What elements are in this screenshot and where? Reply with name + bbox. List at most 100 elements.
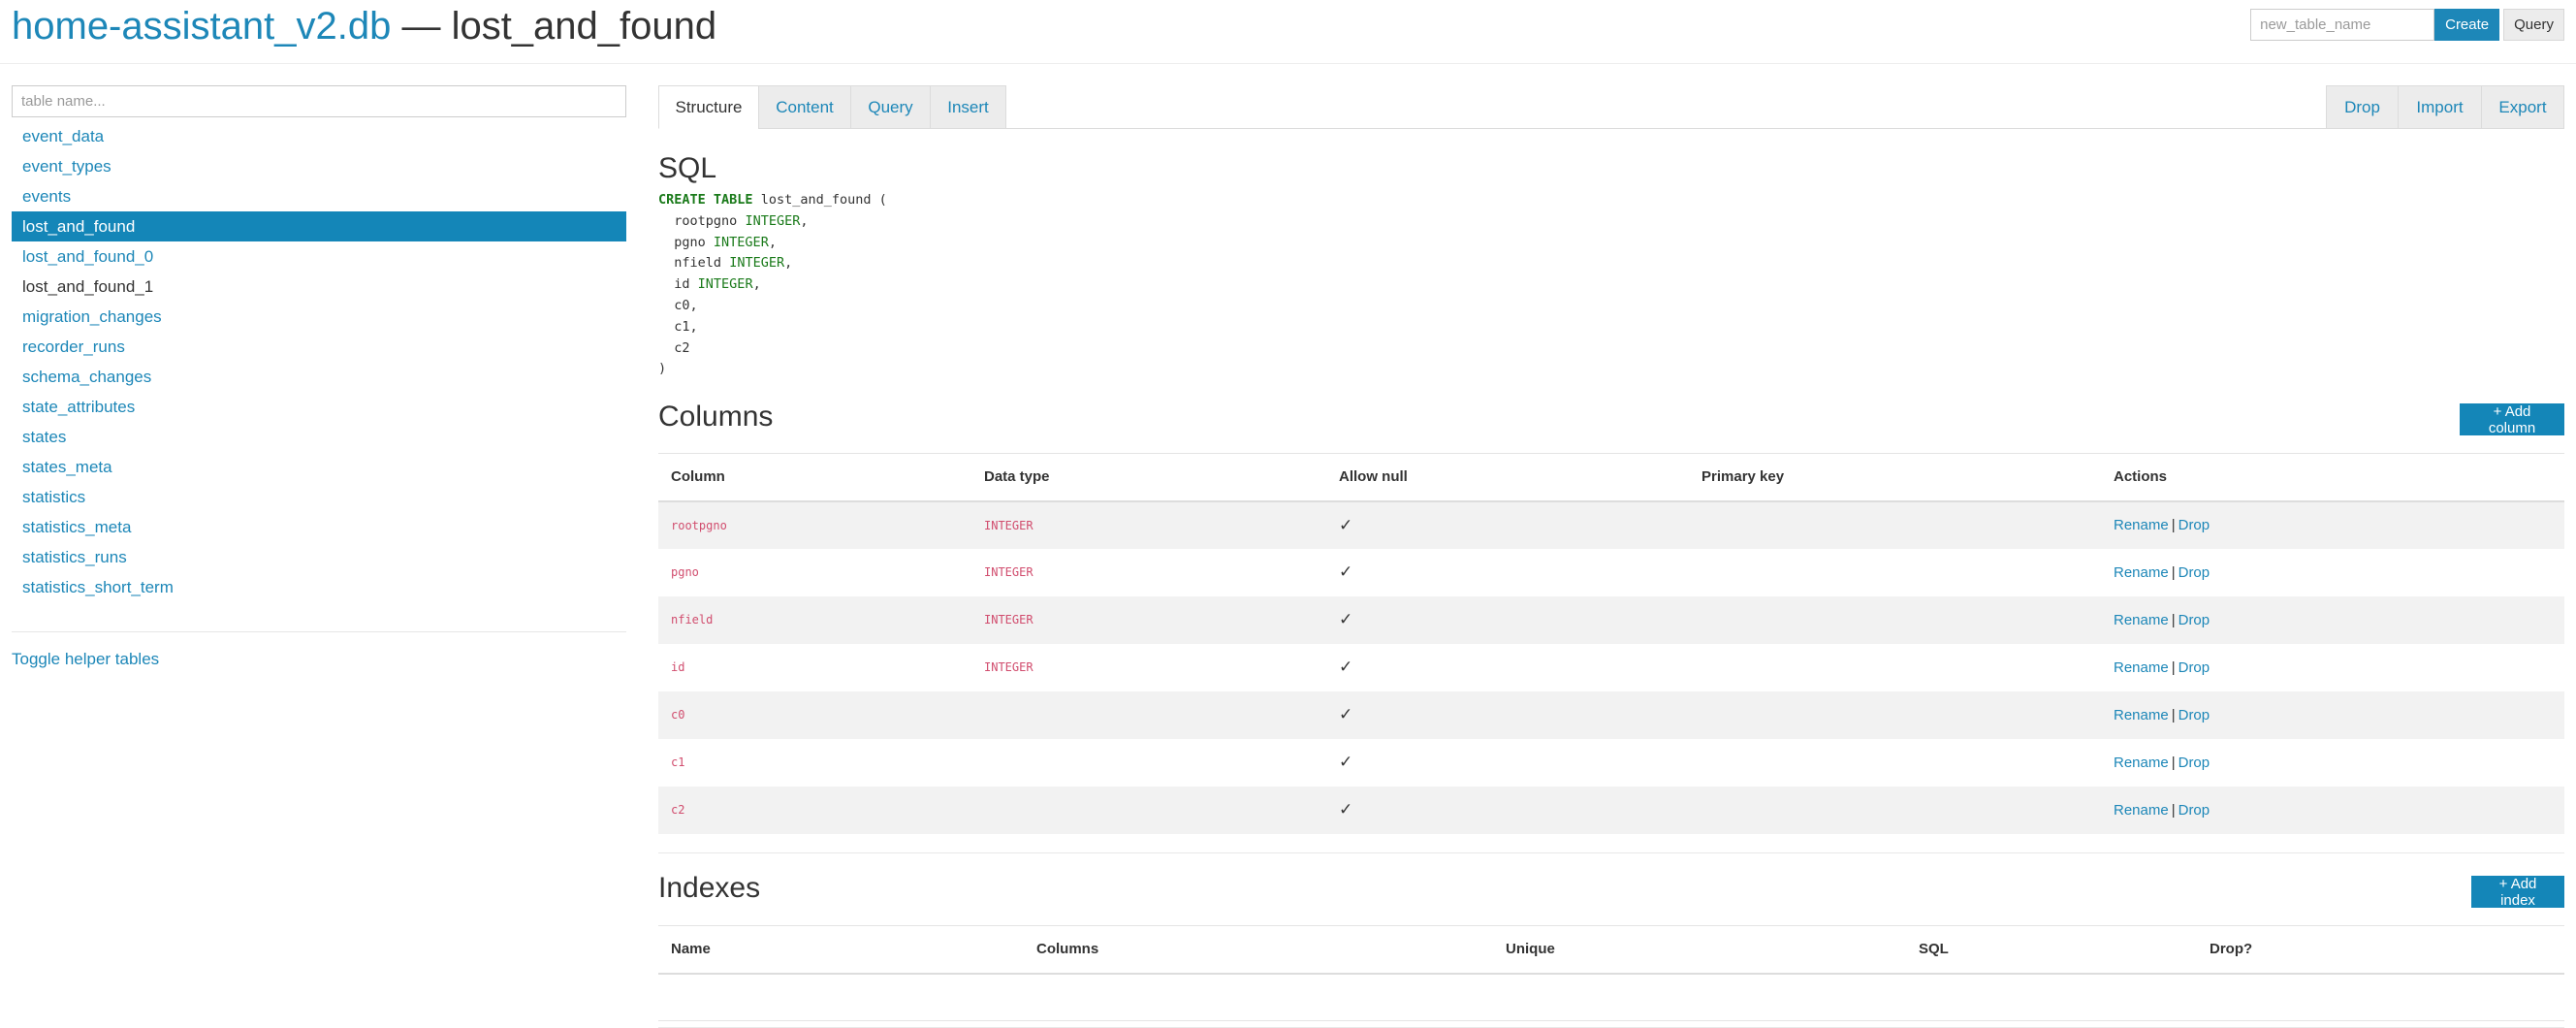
index-header-name: Name	[658, 925, 1024, 975]
indexes-empty-row	[658, 973, 2564, 1021]
column-header-actions: Actions	[2101, 453, 2564, 502]
sidebar-table-link[interactable]: recorder_runs	[22, 332, 626, 362]
column-actions-cell: Rename | Drop	[2101, 500, 2564, 549]
new-table-name-input[interactable]	[2250, 9, 2435, 41]
sidebar-table-item[interactable]: statistics_short_term	[12, 572, 626, 602]
drop-column-link[interactable]: Drop	[2178, 755, 2210, 771]
sidebar-table-item[interactable]: state_attributes	[12, 392, 626, 422]
actions-separator: |	[2171, 611, 2176, 628]
rename-column-link[interactable]: Rename	[2114, 659, 2169, 676]
columns-table-body: rootpgno INTEGER ✓ Rename | Drop pgno INTEGER ✓ R…	[658, 500, 2564, 834]
primary-key-cell	[1689, 595, 2101, 644]
main-content: Structure Content Query Insert Drop Impo…	[658, 85, 2564, 1028]
sidebar-table-link[interactable]: schema_changes	[22, 362, 626, 392]
sidebar-table-link[interactable]: statistics	[22, 482, 626, 512]
drop-column-link[interactable]: Drop	[2178, 802, 2210, 819]
top-query-button[interactable]: Query	[2503, 9, 2564, 41]
sidebar-table-item[interactable]: states	[12, 422, 626, 452]
sidebar-table-item[interactable]: lost_and_found_0	[12, 241, 626, 272]
sidebar-table-item[interactable]: events	[12, 181, 626, 211]
tab-insert[interactable]: Insert	[930, 85, 1006, 129]
sidebar-table-item[interactable]: lost_and_found	[12, 211, 626, 241]
tab-query[interactable]: Query	[850, 85, 931, 129]
create-table-button[interactable]: Create	[2434, 9, 2500, 41]
column-type-cell: INTEGER	[984, 565, 1034, 579]
drop-column-link[interactable]: Drop	[2178, 707, 2210, 723]
indexes-header-row: Name Columns Unique SQL Drop?	[658, 925, 2564, 975]
sidebar-table-link[interactable]: lost_and_found_1	[22, 272, 626, 302]
sidebar-table-link[interactable]: state_attributes	[22, 392, 626, 422]
columns-header-row: Column Data type Allow null Primary key …	[658, 453, 2564, 502]
drop-column-link[interactable]: Drop	[2178, 564, 2210, 581]
page-title: home-assistant_v2.db — lost_and_found	[12, 2, 716, 50]
sidebar-table-link[interactable]: lost_and_found_0	[22, 241, 626, 272]
toggle-helper-tables-link[interactable]: Toggle helper tables	[12, 650, 626, 669]
column-actions-cell: Rename | Drop	[2101, 786, 2564, 834]
db-name-link[interactable]: home-assistant_v2.db	[12, 5, 391, 48]
sidebar-table-item[interactable]: lost_and_found_1	[12, 272, 626, 302]
rename-column-link[interactable]: Rename	[2114, 517, 2169, 533]
sidebar-table-link[interactable]: statistics_meta	[22, 512, 626, 542]
add-column-button[interactable]: + Add column	[2460, 403, 2564, 436]
tab-content[interactable]: Content	[758, 85, 851, 129]
sidebar-table-item[interactable]: schema_changes	[12, 362, 626, 392]
sidebar-table-item[interactable]: statistics_runs	[12, 542, 626, 572]
sidebar-table-item[interactable]: migration_changes	[12, 302, 626, 332]
sidebar-table-link[interactable]: event_types	[22, 151, 626, 181]
sidebar-table-link[interactable]: states_meta	[22, 452, 626, 482]
drop-table-button[interactable]: Drop	[2326, 85, 2399, 129]
primary-key-cell	[1689, 644, 2101, 691]
sidebar-table-item[interactable]: states_meta	[12, 452, 626, 482]
export-button[interactable]: Export	[2481, 85, 2564, 129]
import-button[interactable]: Import	[2398, 85, 2482, 129]
rename-column-link[interactable]: Rename	[2114, 755, 2169, 771]
add-index-button[interactable]: + Add index	[2471, 876, 2564, 909]
sidebar-table-item[interactable]: recorder_runs	[12, 332, 626, 362]
table-list: event_data event_types events lost_and_foun…	[12, 121, 626, 602]
table-filter-input[interactable]	[12, 85, 626, 117]
primary-key-cell	[1689, 691, 2101, 739]
sql-column-type: INTEGER	[713, 234, 769, 250]
sql-open-paren: (	[878, 192, 887, 208]
sql-table-name: lost_and_found	[760, 192, 872, 208]
rename-column-link[interactable]: Rename	[2114, 564, 2169, 581]
rename-column-link[interactable]: Rename	[2114, 707, 2169, 723]
rename-column-link[interactable]: Rename	[2114, 802, 2169, 819]
allow-null-check: ✓	[1339, 753, 1353, 771]
tab-structure[interactable]: Structure	[658, 85, 759, 129]
columns-table: Column Data type Allow null Primary key …	[658, 453, 2564, 834]
column-name-cell: c1	[671, 755, 685, 769]
actions-separator: |	[2171, 517, 2176, 533]
index-header-sql: SQL	[1906, 925, 2197, 975]
sql-column-type: INTEGER	[729, 255, 785, 272]
column-type-cell: INTEGER	[971, 500, 1326, 549]
sidebar-table-link[interactable]: statistics_runs	[22, 542, 626, 572]
sidebar-table-item[interactable]: statistics	[12, 482, 626, 512]
drop-column-link[interactable]: Drop	[2178, 517, 2210, 533]
sql-column-name: c1	[674, 318, 690, 335]
sql-column-type: INTEGER	[745, 212, 801, 229]
drop-column-link[interactable]: Drop	[2178, 659, 2210, 676]
indexes-table: Name Columns Unique SQL Drop?	[658, 925, 2564, 1021]
drop-column-link[interactable]: Drop	[2178, 612, 2210, 628]
section-separator	[658, 852, 2564, 853]
sql-column-name: id	[674, 276, 690, 293]
sidebar-table-link[interactable]: events	[22, 181, 626, 211]
page-header: home-assistant_v2.db — lost_and_found Cr…	[0, 0, 2576, 64]
column-row: rootpgno INTEGER ✓ Rename | Drop	[658, 500, 2564, 549]
column-header-data-type: Data type	[971, 453, 1326, 502]
column-name-cell: pgno	[671, 565, 699, 579]
sidebar-table-item[interactable]: event_types	[12, 151, 626, 181]
sidebar-table-link[interactable]: lost_and_found	[22, 211, 626, 241]
sidebar-table-link[interactable]: states	[22, 422, 626, 452]
sidebar-table-link[interactable]: event_data	[22, 121, 626, 151]
column-actions-cell: Rename | Drop	[2101, 691, 2564, 739]
column-actions-cell: Rename | Drop	[2101, 739, 2564, 787]
title-separator: —	[391, 5, 452, 48]
sidebar-table-item[interactable]: statistics_meta	[12, 512, 626, 542]
rename-column-link[interactable]: Rename	[2114, 612, 2169, 628]
sidebar-table-item[interactable]: event_data	[12, 121, 626, 151]
sidebar-table-link[interactable]: statistics_short_term	[22, 572, 626, 602]
sidebar-table-link[interactable]: migration_changes	[22, 302, 626, 332]
column-row: c0 ✓ Rename | Drop	[658, 691, 2564, 739]
